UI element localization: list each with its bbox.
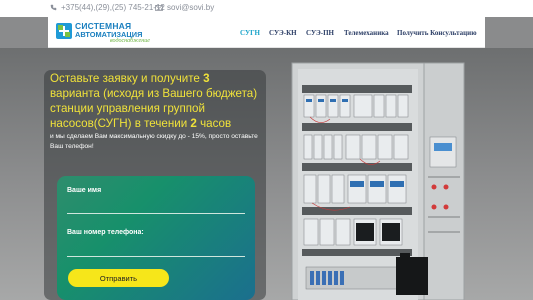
- nav-item-telemechanics[interactable]: Телемеханика: [344, 29, 389, 37]
- email-address[interactable]: sovi@sovi.by: [167, 3, 214, 12]
- submit-button[interactable]: Отправить: [68, 269, 169, 287]
- hero-subtext: и мы сделаем Вам максимальную скидку до …: [50, 133, 258, 150]
- site-logo[interactable]: СИСТЕМНАЯ АВТОМАТИЗАЦИЯ водоснабжение: [56, 19, 156, 45]
- name-label: Ваше имя: [67, 187, 102, 194]
- control-cabinet-image: [291, 62, 465, 300]
- headline-text-3: часов: [196, 117, 232, 130]
- phone-icon: [50, 4, 57, 11]
- phone-number[interactable]: +375(44),(29),(25) 745-21-12: [61, 3, 165, 12]
- logo-tagline: водоснабжение: [110, 38, 150, 44]
- callback-form: Ваше имя Ваш номер телефона: Отправить: [57, 176, 255, 300]
- nav-item-sue-kn[interactable]: СУЭ-КН: [269, 29, 297, 37]
- name-input[interactable]: [67, 213, 245, 214]
- headline-variants-count: 3: [203, 72, 210, 85]
- headline-text-1: Оставьте заявку и получите: [50, 72, 204, 85]
- hero-headline: Оставьте заявку и получите 3 варианта (и…: [50, 71, 260, 131]
- nav-item-sue-pn[interactable]: СУЭ-ПН: [306, 29, 334, 37]
- nav-item-sugn[interactable]: СУГН: [240, 29, 260, 37]
- phone-label: Ваш номер телефона:: [67, 229, 144, 236]
- phone-input[interactable]: [67, 256, 245, 257]
- phone-contact[interactable]: +375(44),(29),(25) 745-21-12: [50, 3, 165, 12]
- top-contact-bar: +375(44),(29),(25) 745-21-12 sovi@sovi.b…: [0, 0, 533, 17]
- email-contact[interactable]: sovi@sovi.by: [155, 3, 214, 12]
- nav-item-consultation[interactable]: Получить Консультацию: [397, 29, 477, 37]
- logo-mark-icon: [56, 23, 72, 39]
- envelope-icon: [155, 4, 163, 11]
- main-navigation: СИСТЕМНАЯ АВТОМАТИЗАЦИЯ водоснабжение СУ…: [48, 16, 485, 48]
